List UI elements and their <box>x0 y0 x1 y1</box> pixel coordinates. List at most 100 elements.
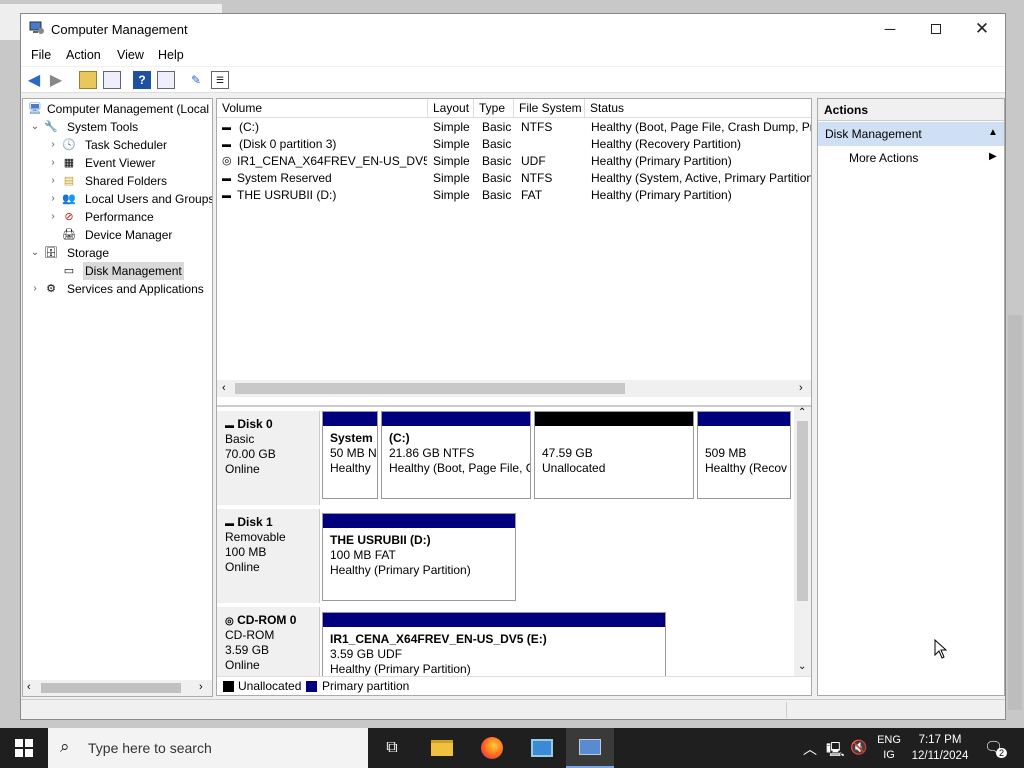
chevron-down-icon[interactable]: ⌄ <box>29 118 41 136</box>
menu-help[interactable]: Help <box>158 48 184 62</box>
disk-icon: ▬ <box>225 420 234 430</box>
menu-action[interactable]: Action <box>66 48 101 62</box>
close-button[interactable]: ✕ <box>959 14 1005 44</box>
chevron-down-icon[interactable]: ⌄ <box>29 244 41 262</box>
column-layout[interactable]: Layout <box>428 99 474 118</box>
table-row[interactable]: ▬ (Disk 0 partition 3) Simple Basic Heal… <box>217 136 811 153</box>
actions-header: Actions <box>818 99 1004 121</box>
scroll-thumb[interactable] <box>235 383 625 394</box>
column-file-system[interactable]: File System <box>514 99 585 118</box>
control-panel-icon[interactable] <box>518 728 566 768</box>
status-bar <box>21 699 1005 719</box>
scroll-right-icon[interactable]: › <box>199 681 203 693</box>
chevron-right-icon[interactable]: › <box>47 208 59 226</box>
scroll-left-icon[interactable]: ‹ <box>27 681 31 693</box>
speaker-muted-icon[interactable]: 🔇 <box>850 739 867 756</box>
partition-e[interactable]: IR1_CENA_X64FREV_EN-US_DV5 (E:) 3.59 GB U… <box>322 612 666 677</box>
performance-icon: ⊘ <box>64 211 74 223</box>
column-status[interactable]: Status <box>585 99 811 118</box>
back-arrow-icon[interactable]: ◀ <box>25 71 43 89</box>
computer-management-window: Computer Management ─ ✕ File Action View… <box>20 13 1006 720</box>
table-row[interactable]: ▬ System Reserved Simple Basic NTFS Heal… <box>217 170 811 187</box>
event-viewer-icon: ▦ <box>63 157 75 169</box>
actions-section-disk-management[interactable]: Disk Management ▲ <box>818 122 1004 146</box>
partition-system-reserved[interactable]: System 50 MB N Healthy <box>322 411 378 499</box>
file-explorer-icon[interactable] <box>418 728 466 768</box>
table-row[interactable]: ◎ IR1_CENA_X64FREV_EN-US_DV5 (E:) Simple… <box>217 153 811 170</box>
actions-pane: Actions Disk Management ▲ More Actions ▶ <box>817 98 1005 696</box>
scroll-up-icon[interactable]: ⌃ <box>798 407 806 418</box>
primary-bar <box>323 613 665 627</box>
tree-horizontal-scrollbar[interactable]: ‹ › <box>23 680 212 696</box>
unallocated-bar <box>535 412 693 426</box>
column-type[interactable]: Type <box>474 99 514 118</box>
volume-icon: ▬ <box>222 173 231 183</box>
volume-icon: ▬ <box>222 122 231 132</box>
scroll-down-icon[interactable]: ⌄ <box>798 661 806 672</box>
partition-unallocated[interactable]: 47.59 GB Unallocated <box>534 411 694 499</box>
disk-icon: ▭ <box>63 265 75 277</box>
chevron-right-icon[interactable]: › <box>47 136 59 154</box>
disk-view-vscrollbar[interactable]: ⌃ ⌄ <box>794 407 811 677</box>
scroll-thumb[interactable] <box>41 683 181 693</box>
chevron-up-icon[interactable]: ︿ <box>803 739 817 759</box>
menu-file[interactable]: File <box>31 48 51 62</box>
show-hide-tree-icon[interactable] <box>103 71 121 89</box>
computer-management-taskbar-icon[interactable] <box>566 728 614 768</box>
table-row[interactable]: ▬ (C:) Simple Basic NTFS Healthy (Boot, … <box>217 119 811 136</box>
language-indicator[interactable]: ENG IG <box>876 733 902 763</box>
forward-arrow-icon[interactable]: ▶ <box>47 71 65 89</box>
title-bar[interactable]: Computer Management ─ ✕ <box>21 14 1005 44</box>
chevron-right-icon[interactable]: › <box>47 172 59 190</box>
mouse-cursor-icon <box>934 639 948 659</box>
primary-bar <box>382 412 530 426</box>
chevron-right-icon[interactable]: › <box>47 154 59 172</box>
disk-graphical-view: ▬ Disk 0 Basic 70.00 GB Online System 50 … <box>217 405 811 677</box>
minimize-button[interactable]: ─ <box>867 14 913 44</box>
clock[interactable]: 7:17 PM 12/11/2024 <box>906 732 974 764</box>
chevron-right-icon[interactable]: › <box>29 280 41 298</box>
disk1-label[interactable]: ▬ Disk 1 Removable 100 MB Online <box>217 509 320 603</box>
partition-d[interactable]: THE USRUBII (D:) 100 MB FAT Healthy (Prima… <box>322 513 516 601</box>
volume-icon: ▬ <box>222 139 231 149</box>
partition-c[interactable]: (C:) 21.86 GB NTFS Healthy (Boot, Page Fil… <box>381 411 531 499</box>
maximize-button[interactable] <box>913 14 959 44</box>
disk0-label[interactable]: ▬ Disk 0 Basic 70.00 GB Online <box>217 411 320 505</box>
chevron-right-icon[interactable]: › <box>47 190 59 208</box>
cd-icon: ◎ <box>225 616 234 627</box>
volume-list-hscrollbar[interactable]: ‹ › <box>217 380 811 397</box>
menu-bar: File Action View Help <box>21 44 1005 66</box>
cdrom0-label[interactable]: ◎ CD-ROM 0 CD-ROM 3.59 GB Online <box>217 607 320 677</box>
taskbar: ⌕ Type here to search ⧉ ︿ 🖳 🔇 ENG IG 7:1… <box>0 728 1024 768</box>
taskbar-search-box[interactable]: ⌕ Type here to search <box>48 728 368 768</box>
help-icon[interactable]: ? <box>133 71 151 89</box>
connect-icon[interactable]: ✎ <box>187 71 205 89</box>
start-button[interactable] <box>0 728 48 768</box>
scroll-left-icon[interactable]: ‹ <box>222 382 226 394</box>
computer-management-icon <box>29 21 44 34</box>
window-title: Computer Management <box>51 22 188 37</box>
column-volume[interactable]: Volume <box>217 99 428 118</box>
partition-recovery[interactable]: 509 MB Healthy (Recov <box>697 411 791 499</box>
toolbar: ◀ ▶ ? ✎ ☰ <box>21 67 1005 93</box>
show-hide-action-pane-icon[interactable] <box>157 71 175 89</box>
up-folder-icon[interactable] <box>79 71 97 89</box>
firefox-icon[interactable] <box>468 728 516 768</box>
table-row[interactable]: ▬ THE USRUBII (D:) Simple Basic FAT Heal… <box>217 187 811 204</box>
task-view-icon[interactable]: ⧉ <box>368 728 416 768</box>
scroll-right-icon[interactable]: › <box>799 382 803 394</box>
scroll-thumb[interactable] <box>797 421 808 601</box>
collapse-arrow-icon[interactable]: ▲ <box>988 127 998 138</box>
volume-list-header: Volume Layout Type File System Status <box>217 99 811 118</box>
disk-icon: ▬ <box>225 518 234 528</box>
primary-bar <box>323 412 377 426</box>
network-icon[interactable]: 🖳 <box>826 739 845 763</box>
menu-view[interactable]: View <box>117 48 144 62</box>
shared-folder-icon: ▤ <box>63 175 75 187</box>
clock-icon: 🕓 <box>62 139 76 151</box>
windows-logo-icon <box>15 739 33 757</box>
primary-bar <box>698 412 790 426</box>
more-actions-item[interactable]: More Actions ▶ <box>818 148 1004 170</box>
primary-swatch <box>306 681 317 692</box>
properties-icon[interactable]: ☰ <box>211 71 229 89</box>
